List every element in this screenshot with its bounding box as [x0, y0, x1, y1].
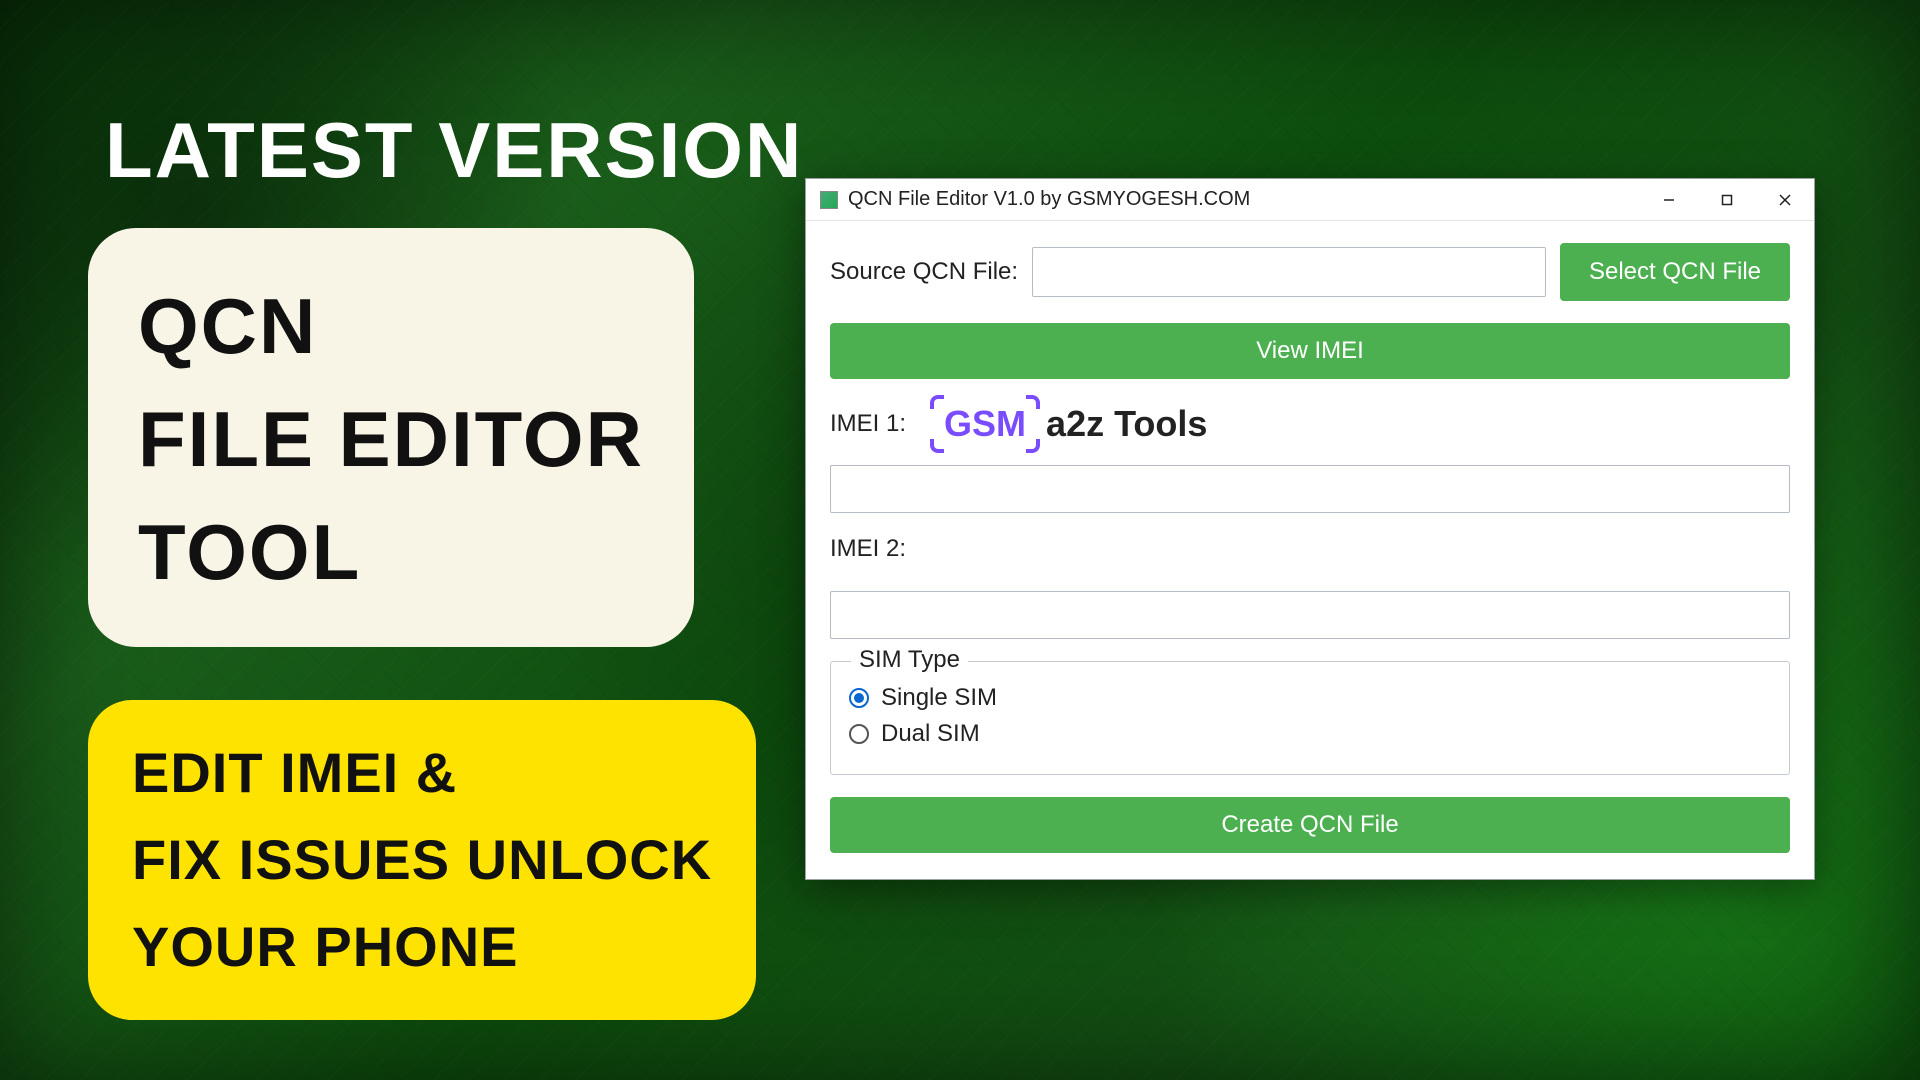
- cream-line-1: QCN: [138, 270, 644, 383]
- radio-icon: [849, 688, 869, 708]
- window-title: QCN File Editor V1.0 by GSMYOGESH.COM: [848, 188, 1640, 211]
- window-body: Source QCN File: Select QCN File View IM…: [806, 221, 1814, 879]
- gsm-logo-text: GSM: [934, 399, 1036, 449]
- single-sim-radio[interactable]: Single SIM: [849, 684, 1771, 712]
- create-qcn-button[interactable]: Create QCN File: [830, 797, 1790, 853]
- source-label: Source QCN File:: [830, 258, 1018, 286]
- maximize-button[interactable]: [1698, 179, 1756, 220]
- imei1-input[interactable]: [830, 465, 1790, 513]
- cream-line-2: FILE EDITOR: [138, 383, 644, 496]
- bracket-icon: [930, 439, 944, 453]
- source-row: Source QCN File: Select QCN File: [830, 243, 1790, 301]
- app-window: QCN File Editor V1.0 by GSMYOGESH.COM So…: [805, 178, 1815, 880]
- yellow-badge: EDIT IMEI & FIX ISSUES UNLOCK YOUR PHONE: [88, 700, 756, 1020]
- imei2-input[interactable]: [830, 591, 1790, 639]
- bracket-icon: [930, 395, 944, 409]
- bracket-icon: [1026, 439, 1040, 453]
- sim-type-legend: SIM Type: [851, 646, 968, 674]
- radio-icon: [849, 724, 869, 744]
- minimize-icon: [1663, 194, 1675, 206]
- imei1-label: IMEI 1:: [830, 410, 906, 438]
- yellow-line-2: FIX ISSUES UNLOCK: [132, 817, 712, 904]
- dual-sim-label: Dual SIM: [881, 720, 980, 748]
- app-icon: [820, 191, 838, 209]
- watermark-logo: GSM a2z Tools: [934, 399, 1207, 449]
- cream-badge: QCN FILE EDITOR TOOL: [88, 228, 694, 647]
- maximize-icon: [1721, 194, 1733, 206]
- cream-badge-text: QCN FILE EDITOR TOOL: [88, 228, 694, 647]
- select-qcn-button[interactable]: Select QCN File: [1560, 243, 1790, 301]
- cream-line-3: TOOL: [138, 496, 644, 609]
- a2z-tools-text: a2z Tools: [1046, 403, 1207, 445]
- titlebar[interactable]: QCN File Editor V1.0 by GSMYOGESH.COM: [806, 179, 1814, 221]
- minimize-button[interactable]: [1640, 179, 1698, 220]
- sim-type-group: SIM Type Single SIM Dual SIM: [830, 661, 1790, 775]
- imei2-label: IMEI 2:: [830, 535, 1790, 563]
- close-button[interactable]: [1756, 179, 1814, 220]
- bracket-icon: [1026, 395, 1040, 409]
- dual-sim-radio[interactable]: Dual SIM: [849, 720, 1771, 748]
- yellow-line-1: EDIT IMEI &: [132, 730, 712, 817]
- imei1-row: IMEI 1: GSM a2z Tools: [830, 399, 1790, 449]
- window-controls: [1640, 179, 1814, 220]
- close-icon: [1779, 194, 1791, 206]
- yellow-badge-text: EDIT IMEI & FIX ISSUES UNLOCK YOUR PHONE: [88, 700, 756, 1020]
- headline-latest-version: LATEST VERSION: [105, 105, 803, 196]
- view-imei-button[interactable]: View IMEI: [830, 323, 1790, 379]
- yellow-line-3: YOUR PHONE: [132, 904, 712, 991]
- source-qcn-input[interactable]: [1032, 247, 1546, 297]
- single-sim-label: Single SIM: [881, 684, 997, 712]
